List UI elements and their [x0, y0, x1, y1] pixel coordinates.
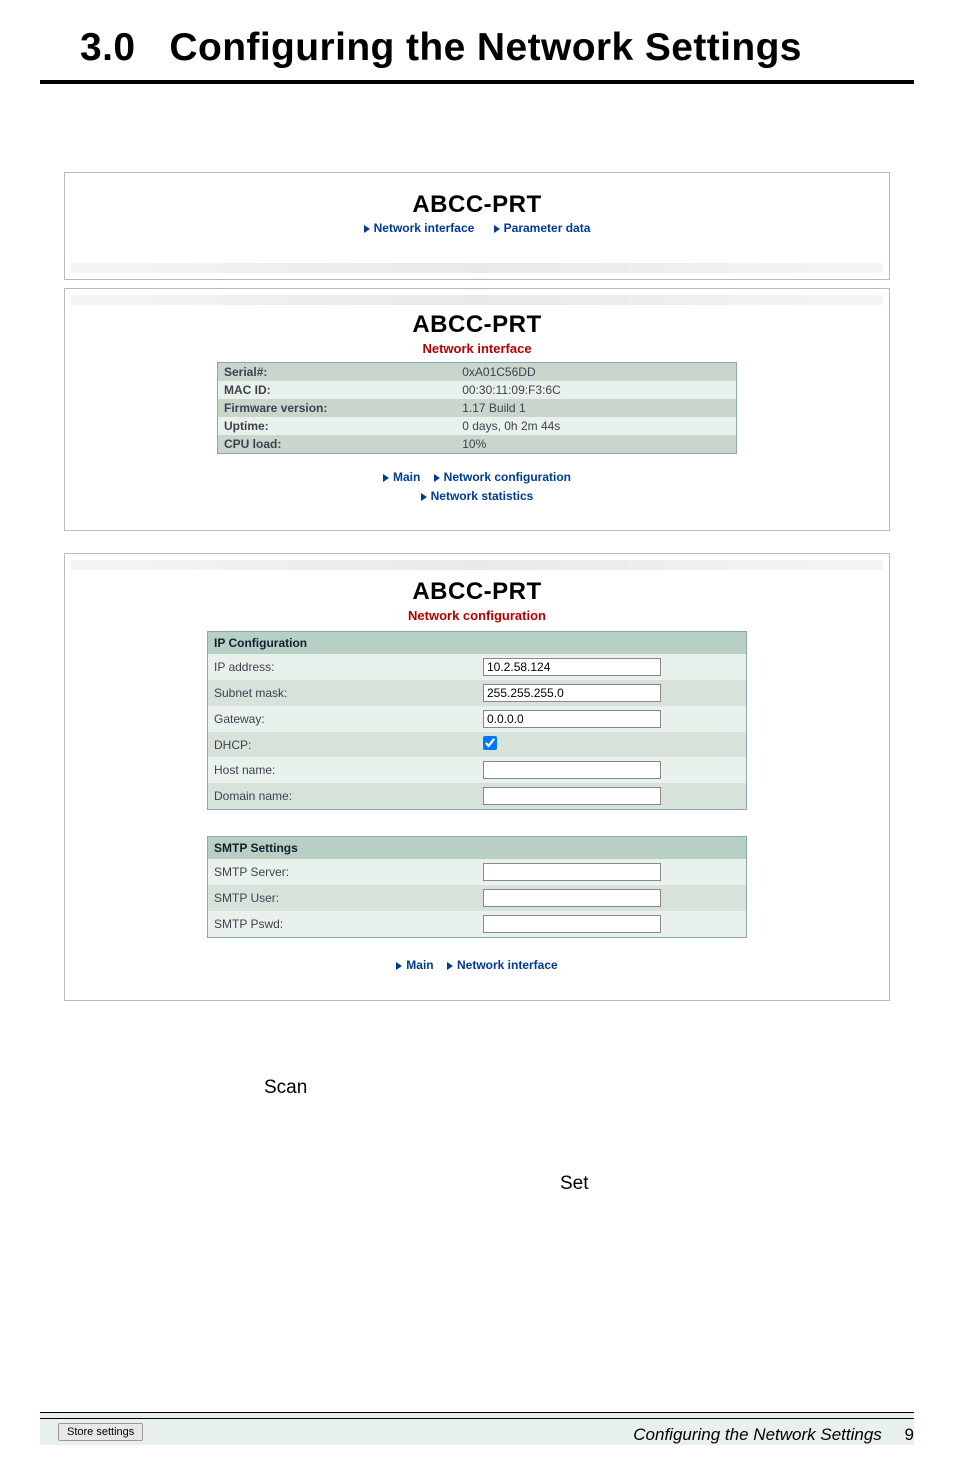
host-name-input[interactable]: [483, 761, 661, 779]
section-number: 3.0: [80, 26, 135, 69]
panel-subhead: Network interface: [65, 341, 889, 356]
smtp-server-input[interactable]: [483, 863, 661, 881]
divider-bar: [71, 295, 883, 305]
table-row: SMTP Pswd:: [208, 911, 747, 937]
label-ip-address: IP address:: [208, 654, 478, 680]
domain-name-input[interactable]: [483, 787, 661, 805]
body-words: Scan Set: [40, 1077, 914, 1217]
table-row: CPU load: 10%: [218, 435, 737, 454]
nav-main[interactable]: Main: [396, 958, 433, 972]
value-mac: 00:30:11:09:F3:6C: [456, 381, 736, 399]
value-uptime: 0 days, 0h 2m 44s: [456, 417, 736, 435]
table-row: Domain name:: [208, 783, 747, 809]
ip-configuration-table: IP Configuration IP address: Subnet mask…: [207, 631, 747, 810]
table-row: MAC ID: 00:30:11:09:F3:6C: [218, 381, 737, 399]
table-header: SMTP Settings: [208, 837, 747, 860]
smtp-header: SMTP Settings: [208, 837, 747, 860]
footer-page-number: 9: [905, 1425, 914, 1444]
value-firmware: 1.17 Build 1: [456, 399, 736, 417]
brand-title: ABCC-PRT: [65, 578, 889, 606]
nav-network-interface[interactable]: Network interface: [447, 958, 558, 972]
table-row: Subnet mask:: [208, 680, 747, 706]
network-interface-panel: ABCC-PRT Network interface Serial#: 0xA0…: [64, 288, 890, 531]
table-row: IP address:: [208, 654, 747, 680]
table-row: SMTP Server:: [208, 859, 747, 885]
label-smtp-user: SMTP User:: [208, 885, 478, 911]
table-row: SMTP User:: [208, 885, 747, 911]
label-smtp-pswd: SMTP Pswd:: [208, 911, 478, 937]
label-subnet: Subnet mask:: [208, 680, 478, 706]
label-dhcp: DHCP:: [208, 732, 478, 757]
brand-title: ABCC-PRT: [65, 311, 889, 339]
triangle-icon: [421, 493, 427, 501]
table-row: Uptime: 0 days, 0h 2m 44s: [218, 417, 737, 435]
value-cpu: 10%: [456, 435, 736, 454]
network-interface-table: Serial#: 0xA01C56DD MAC ID: 00:30:11:09:…: [217, 362, 737, 454]
triangle-icon: [383, 474, 389, 482]
table-row: DHCP:: [208, 732, 747, 757]
triangle-icon: [494, 225, 500, 233]
table-row: Gateway:: [208, 706, 747, 732]
panel3-subnav: Main Network interface: [65, 956, 889, 975]
footer-title: Configuring the Network Settings: [633, 1425, 882, 1444]
nav-network-statistics[interactable]: Network statistics: [421, 489, 534, 503]
brand-title: ABCC-PRT: [65, 191, 889, 219]
label-firmware: Firmware version:: [218, 399, 457, 417]
nav-main[interactable]: Main: [383, 470, 420, 484]
divider-bar: [71, 263, 883, 273]
table-row: Host name:: [208, 757, 747, 783]
label-serial: Serial#:: [218, 363, 457, 382]
triangle-icon: [364, 225, 370, 233]
gateway-input[interactable]: [483, 710, 661, 728]
label-uptime: Uptime:: [218, 417, 457, 435]
page-heading: 3.0 Configuring the Network Settings: [40, 0, 914, 84]
divider-bar: [71, 560, 883, 570]
subnet-mask-input[interactable]: [483, 684, 661, 702]
page-footer: Configuring the Network Settings 9: [40, 1418, 914, 1445]
smtp-user-input[interactable]: [483, 889, 661, 907]
dhcp-checkbox[interactable]: [483, 736, 497, 750]
word-scan: Scan: [264, 1077, 307, 1099]
table-row: Firmware version: 1.17 Build 1: [218, 399, 737, 417]
section-title: Configuring the Network Settings: [169, 26, 801, 69]
triangle-icon: [396, 962, 402, 970]
panel-subhead: Network configuration: [65, 608, 889, 623]
table-header: IP Configuration: [208, 632, 747, 655]
word-set: Set: [560, 1173, 589, 1195]
header-panel: ABCC-PRT Network interface Parameter dat…: [64, 172, 890, 280]
nav-network-interface[interactable]: Network interface: [364, 221, 475, 235]
triangle-icon: [434, 474, 440, 482]
nav-parameter-data[interactable]: Parameter data: [494, 221, 591, 235]
label-host-name: Host name:: [208, 757, 478, 783]
panel2-subnav: Main Network configuration Network stati…: [65, 468, 889, 506]
label-cpu: CPU load:: [218, 435, 457, 454]
top-nav: Network interface Parameter data: [65, 221, 889, 235]
triangle-icon: [447, 962, 453, 970]
label-gateway: Gateway:: [208, 706, 478, 732]
table-row: Serial#: 0xA01C56DD: [218, 363, 737, 382]
label-mac: MAC ID:: [218, 381, 457, 399]
label-smtp-server: SMTP Server:: [208, 859, 478, 885]
value-serial: 0xA01C56DD: [456, 363, 736, 382]
smtp-settings-table: SMTP Settings SMTP Server: SMTP User: SM…: [207, 836, 747, 938]
ip-config-header: IP Configuration: [208, 632, 747, 655]
smtp-pswd-input[interactable]: [483, 915, 661, 933]
label-domain-name: Domain name:: [208, 783, 478, 809]
network-configuration-panel: ABCC-PRT Network configuration IP Config…: [64, 553, 890, 1000]
nav-network-configuration[interactable]: Network configuration: [434, 470, 571, 484]
ip-address-input[interactable]: [483, 658, 661, 676]
